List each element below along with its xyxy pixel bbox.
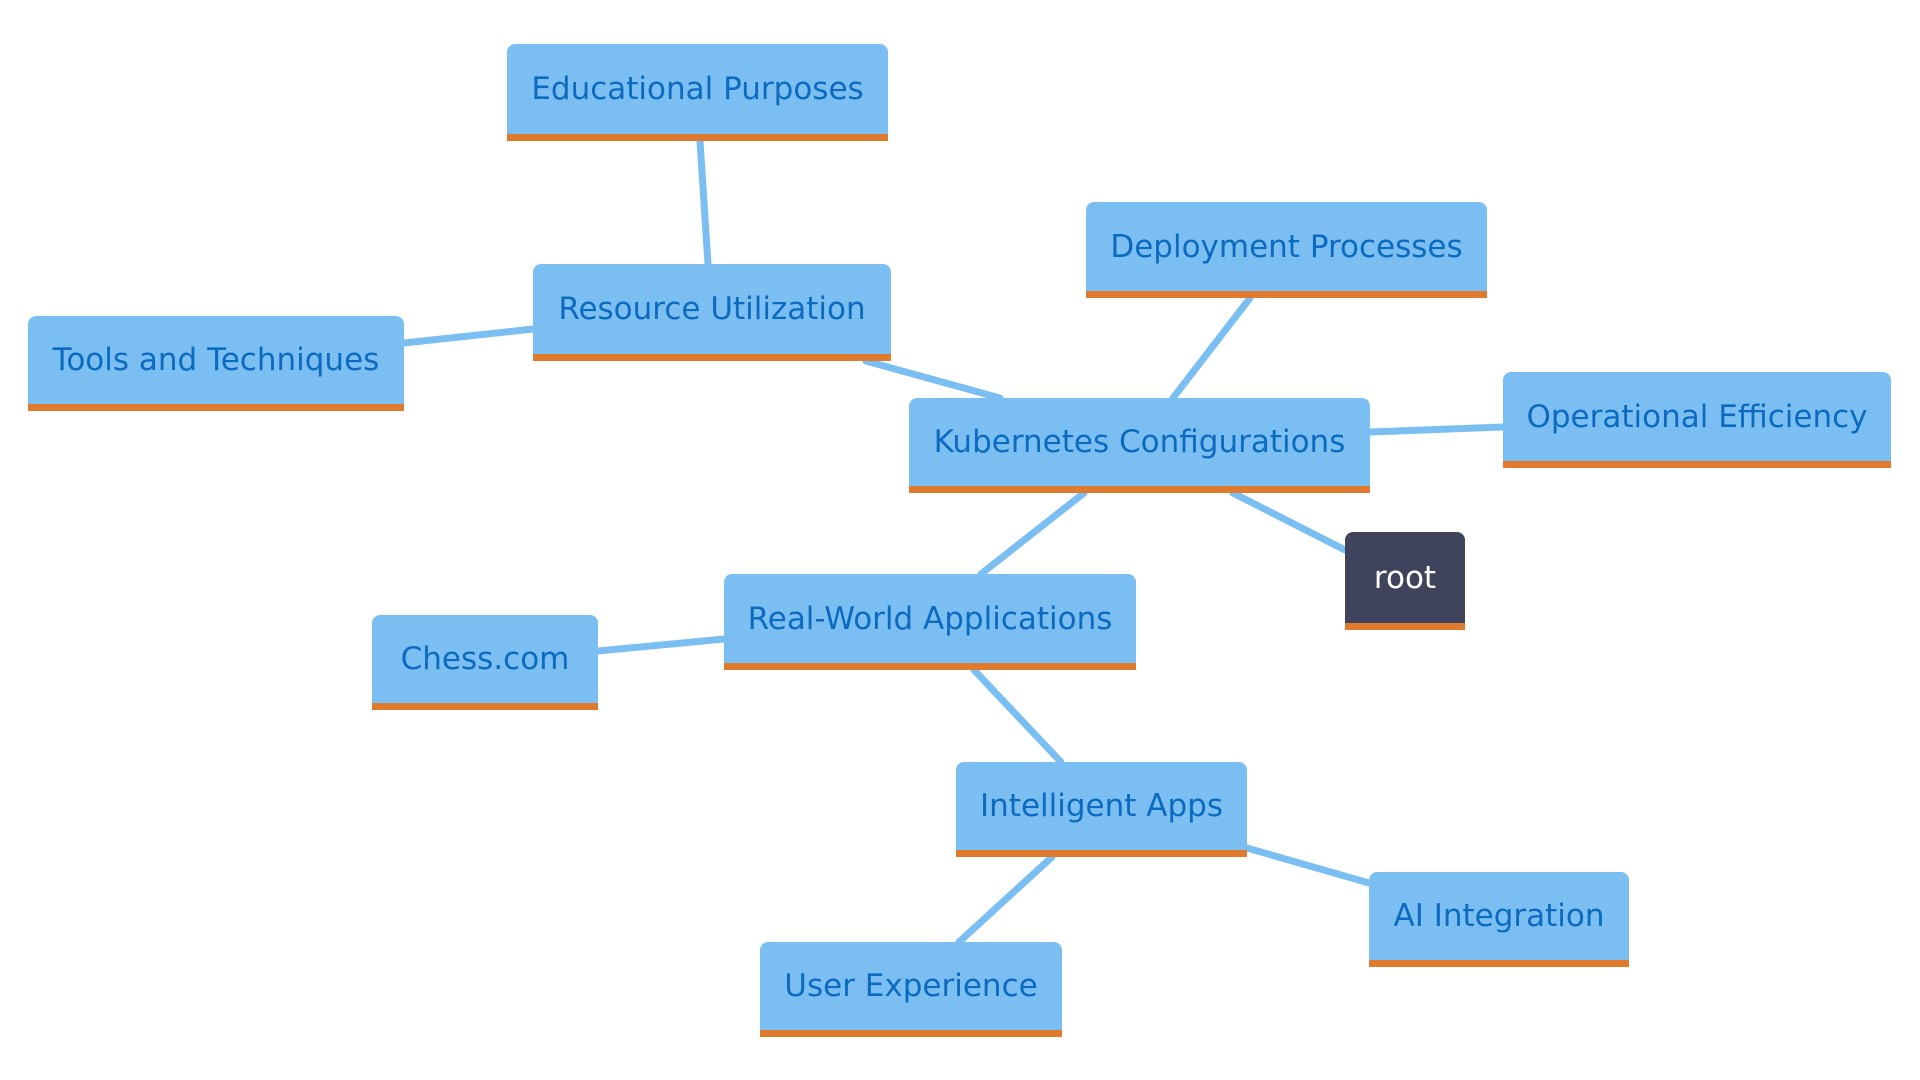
edge-root-kubernetes (1229, 489, 1349, 554)
edge-kubernetes-deployment (1169, 294, 1254, 402)
node-ai-integration[interactable]: AI Integration (1369, 872, 1629, 967)
node-resource-utilization[interactable]: Resource Utilization (533, 264, 891, 361)
node-chess-com[interactable]: Chess.com (372, 615, 598, 710)
node-real-world-applications[interactable]: Real-World Applications (724, 574, 1136, 670)
edge-intelligent-ux (955, 853, 1056, 946)
node-tools-and-techniques[interactable]: Tools and Techniques (28, 316, 404, 411)
edge-kubernetes-operational (1366, 423, 1507, 436)
node-operational-efficiency[interactable]: Operational Efficiency (1503, 372, 1891, 468)
edge-resource-educational (696, 137, 712, 268)
edges-layer (400, 137, 1507, 946)
edge-kubernetes-realworld (977, 489, 1088, 578)
edge-realworld-chess (594, 635, 728, 655)
node-educational-purposes[interactable]: Educational Purposes (507, 44, 888, 141)
edge-kubernetes-resource (862, 357, 1004, 402)
node-intelligent-apps[interactable]: Intelligent Apps (956, 762, 1247, 857)
edge-realworld-intelligent (970, 666, 1065, 766)
edge-resource-tools (400, 325, 537, 347)
node-user-experience[interactable]: User Experience (760, 942, 1062, 1037)
node-deployment-processes[interactable]: Deployment Processes (1086, 202, 1487, 298)
node-kubernetes-configurations[interactable]: Kubernetes Configurations (909, 398, 1370, 493)
edge-intelligent-ai (1243, 844, 1373, 887)
node-root[interactable]: root (1345, 532, 1465, 630)
